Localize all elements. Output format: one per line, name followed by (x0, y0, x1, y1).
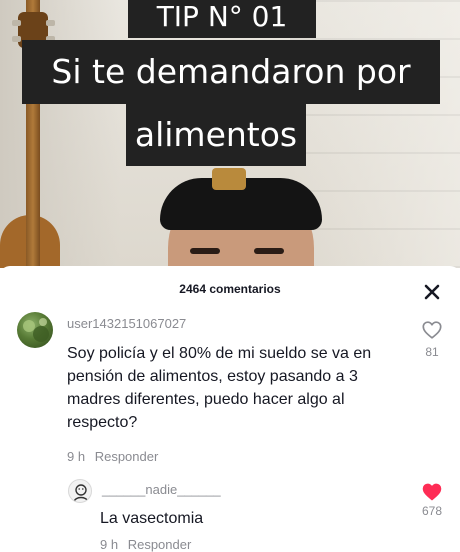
like-count: 678 (421, 504, 443, 518)
reply-button[interactable]: Responder (128, 537, 192, 552)
avatar-image (73, 484, 89, 502)
comments-count: 2464 comentarios (179, 282, 281, 296)
comment-text: Soy policía y el 80% de mi sueldo se va … (67, 345, 372, 431)
avatar-image (23, 318, 49, 342)
reply-text: La vasectomia (100, 510, 204, 527)
reply-time: 9 h (100, 537, 119, 552)
avatar[interactable] (17, 312, 53, 348)
video-frame[interactable]: TIP N° 01 Si te demandaron por alimentos (0, 0, 460, 268)
reply-username[interactable]: ______nadie______ (102, 482, 221, 497)
avatar[interactable] (68, 479, 92, 503)
close-icon[interactable] (420, 280, 444, 304)
comment-time: 9 h (67, 449, 86, 464)
caption-line-2: Si te demandaron por (22, 40, 440, 104)
heart-outline-icon[interactable] (421, 319, 443, 341)
like-count: 81 (425, 345, 439, 359)
comments-sheet: 2464 comentarios user1432151067027 Soy p… (0, 266, 460, 552)
background-object (212, 168, 246, 190)
eyebrow (254, 248, 284, 254)
heart-filled-icon[interactable] (421, 481, 443, 503)
caption-line-3: alimentos (126, 104, 306, 166)
guitar-peg (12, 36, 21, 42)
reply-meta: 9 h Responder (100, 537, 191, 552)
comment-meta: 9 h Responder (67, 449, 158, 464)
caption-line-1: TIP N° 01 (128, 0, 316, 38)
eyebrow (190, 248, 220, 254)
comment-username[interactable]: user1432151067027 (67, 316, 186, 331)
reply-button[interactable]: Responder (95, 449, 159, 464)
guitar-peg (46, 20, 55, 26)
guitar-peg (12, 20, 21, 26)
